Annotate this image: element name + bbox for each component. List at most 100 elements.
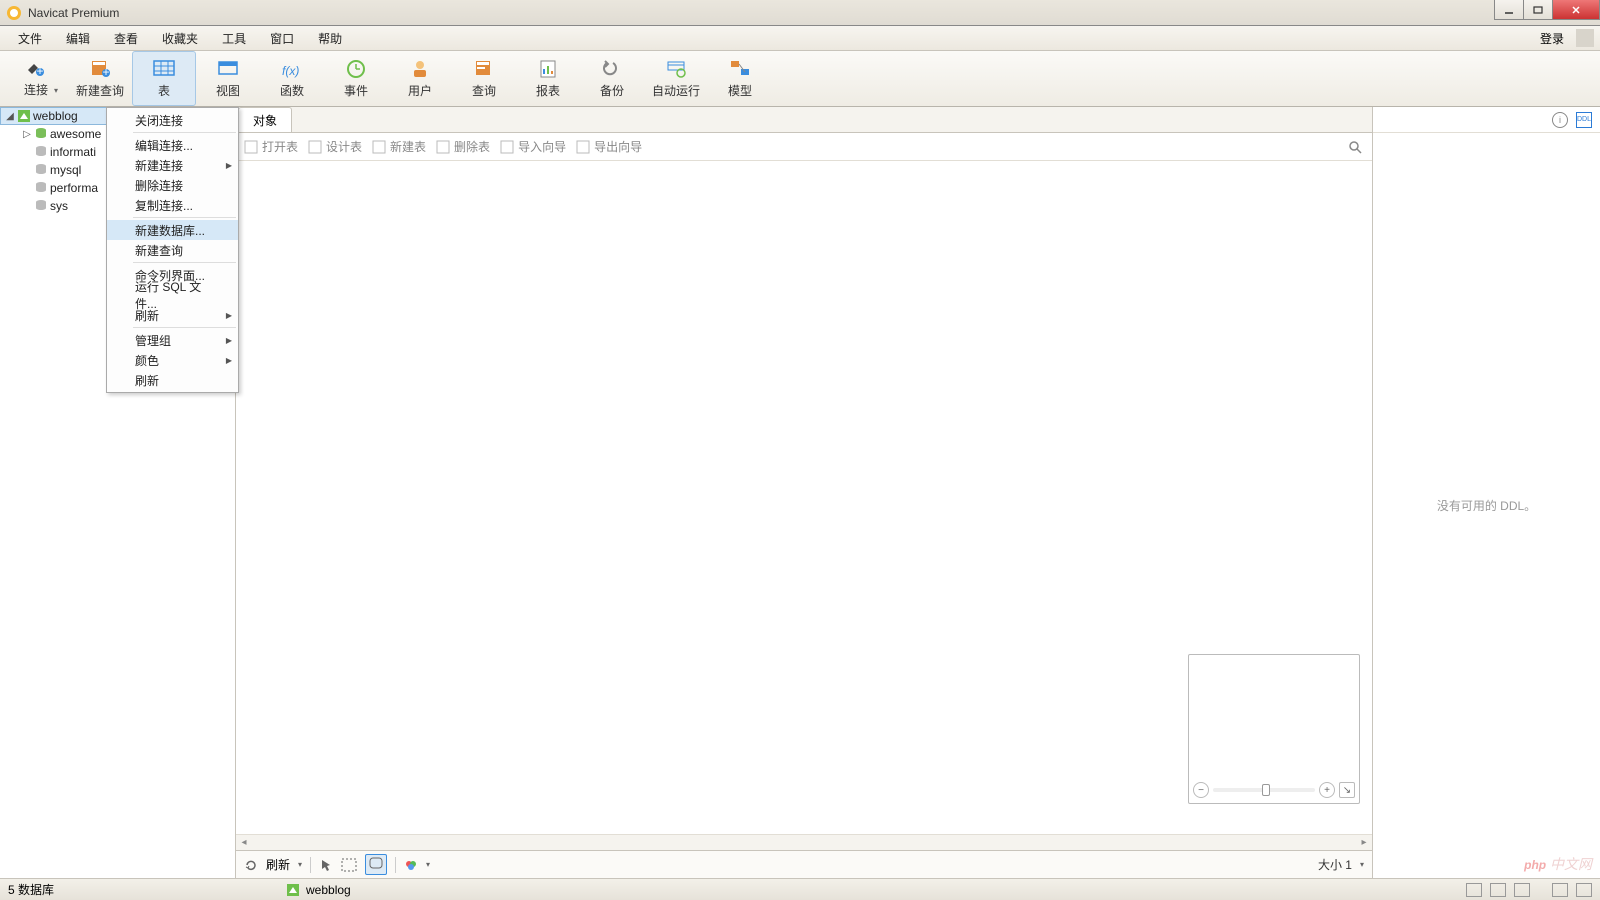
close-button[interactable] xyxy=(1552,0,1600,20)
zoom-fit-button[interactable]: ↘ xyxy=(1339,782,1355,798)
toolbar-table-label: 表 xyxy=(158,82,170,99)
clock-icon xyxy=(342,58,370,80)
pane-toggle-left-icon[interactable] xyxy=(1552,883,1568,897)
menu-tools[interactable]: 工具 xyxy=(210,27,258,50)
toolbar-new-query[interactable]: + 新建查询 xyxy=(68,51,132,106)
scroll-left-icon[interactable]: ◂ xyxy=(236,837,252,848)
info-icon[interactable]: i xyxy=(1552,112,1568,128)
database-icon xyxy=(34,145,48,159)
cm-new-connection[interactable]: 新建连接 xyxy=(107,155,238,175)
export-wizard-button[interactable]: 导出向导 xyxy=(576,138,642,155)
search-icon[interactable] xyxy=(1348,140,1362,154)
ddl-icon[interactable]: DDL xyxy=(1576,112,1592,128)
new-query-icon: + xyxy=(86,58,114,80)
select-rect-icon[interactable] xyxy=(341,858,357,872)
toolbar-event[interactable]: 事件 xyxy=(324,51,388,106)
new-table-icon xyxy=(372,140,386,154)
report-icon xyxy=(534,58,562,80)
cm-separator xyxy=(133,217,236,218)
color-filter-icon[interactable] xyxy=(404,858,418,872)
status-connection-icon xyxy=(286,883,300,897)
table-icon xyxy=(150,58,178,80)
cm-refresh[interactable]: 刷新 xyxy=(107,305,238,325)
open-table-button[interactable]: 打开表 xyxy=(244,138,298,155)
toolbar-query[interactable]: 查询 xyxy=(452,51,516,106)
window-controls xyxy=(1495,0,1600,20)
toolbar-connection[interactable]: + 连接 xyxy=(4,51,68,106)
pane-toggle-right-icon[interactable] xyxy=(1576,883,1592,897)
cm-manage-group[interactable]: 管理组 xyxy=(107,330,238,350)
toolbar-model[interactable]: 模型 xyxy=(708,51,772,106)
backup-icon xyxy=(598,58,626,80)
horizontal-scrollbar[interactable]: ◂ ▸ xyxy=(236,834,1372,850)
pointer-icon[interactable] xyxy=(319,858,333,872)
zoom-slider[interactable] xyxy=(1213,788,1315,792)
tree-db-label: awesome xyxy=(50,127,101,141)
toolbar-function[interactable]: f(x) 函数 xyxy=(260,51,324,106)
bottom-toolbar: 刷新▾ ▾ 大小 1▾ xyxy=(236,850,1372,878)
cm-separator xyxy=(133,327,236,328)
hand-tool-button[interactable] xyxy=(365,854,387,875)
tab-objects[interactable]: 对象 xyxy=(238,107,292,132)
refresh-icon[interactable] xyxy=(244,858,258,872)
menu-view[interactable]: 查看 xyxy=(102,27,150,50)
scroll-right-icon[interactable]: ▸ xyxy=(1356,837,1372,848)
menu-window[interactable]: 窗口 xyxy=(258,27,306,50)
toolbar-view[interactable]: 视图 xyxy=(196,51,260,106)
zoom-in-button[interactable]: + xyxy=(1319,782,1335,798)
toolbar-report[interactable]: 报表 xyxy=(516,51,580,106)
connection-tree: ◢ webblog ▷ awesome informati mysql xyxy=(0,107,236,878)
menu-edit[interactable]: 编辑 xyxy=(54,27,102,50)
tree-db-label: performa xyxy=(50,181,98,195)
view-grid-icon[interactable] xyxy=(1466,883,1482,897)
tree-db-label: informati xyxy=(50,145,96,159)
schedule-icon xyxy=(662,58,690,80)
cm-refresh-2[interactable]: 刷新 xyxy=(107,370,238,390)
cm-separator xyxy=(133,262,236,263)
status-db-count: 5 数据库 xyxy=(8,881,54,898)
export-icon xyxy=(576,140,590,154)
size-label[interactable]: 大小 1 xyxy=(1318,856,1352,873)
toolbar-backup[interactable]: 备份 xyxy=(580,51,644,106)
zoom-out-button[interactable]: − xyxy=(1193,782,1209,798)
title-bar: Navicat Premium xyxy=(0,0,1600,26)
right-panel-body: 没有可用的 DDL。 xyxy=(1373,133,1600,878)
tree-db-label: sys xyxy=(50,199,68,213)
new-table-button[interactable]: 新建表 xyxy=(372,138,426,155)
menu-favorites[interactable]: 收藏夹 xyxy=(150,27,210,50)
expand-icon[interactable]: ▷ xyxy=(22,129,32,140)
toolbar-user[interactable]: 用户 xyxy=(388,51,452,106)
delete-table-button[interactable]: 删除表 xyxy=(436,138,490,155)
object-tab-bar: 对象 xyxy=(236,107,1372,133)
main-toolbar: + 连接 + 新建查询 表 视图 f(x) 函数 事件 用户 查询 报表 备份 … xyxy=(0,51,1600,107)
cm-edit-connection[interactable]: 编辑连接... xyxy=(107,135,238,155)
cm-run-sql-file[interactable]: 运行 SQL 文件... xyxy=(107,285,238,305)
toolbar-table[interactable]: 表 xyxy=(132,51,196,106)
cm-close-connection[interactable]: 关闭连接 xyxy=(107,110,238,130)
minimize-button[interactable] xyxy=(1494,0,1524,20)
menu-file[interactable]: 文件 xyxy=(6,27,54,50)
avatar-icon[interactable] xyxy=(1576,29,1594,47)
import-wizard-button[interactable]: 导入向导 xyxy=(500,138,566,155)
design-table-button[interactable]: 设计表 xyxy=(308,138,362,155)
status-connection-name: webblog xyxy=(306,883,351,897)
login-link[interactable]: 登录 xyxy=(1532,27,1572,50)
toolbar-report-label: 报表 xyxy=(536,82,560,99)
menu-help[interactable]: 帮助 xyxy=(306,27,354,50)
cm-new-query[interactable]: 新建查询 xyxy=(107,240,238,260)
maximize-button[interactable] xyxy=(1523,0,1553,20)
toolbar-autorun[interactable]: 自动运行 xyxy=(644,51,708,106)
cm-duplicate-connection[interactable]: 复制连接... xyxy=(107,195,238,215)
main-area: 对象 打开表 设计表 新建表 删除表 导入向导 导出向导 − + ↘ ◂ xyxy=(236,107,1372,878)
view-list-icon[interactable] xyxy=(1490,883,1506,897)
view-detail-icon[interactable] xyxy=(1514,883,1530,897)
cm-color[interactable]: 颜色 xyxy=(107,350,238,370)
refresh-label[interactable]: 刷新 xyxy=(266,856,290,873)
zoom-slider-thumb[interactable] xyxy=(1262,784,1270,796)
cm-delete-connection[interactable]: 删除连接 xyxy=(107,175,238,195)
model-icon xyxy=(726,58,754,80)
cm-new-database[interactable]: 新建数据库... xyxy=(107,220,238,240)
collapse-icon[interactable]: ◢ xyxy=(5,111,15,122)
toolbar-connection-label: 连接 xyxy=(24,81,48,98)
svg-text:+: + xyxy=(36,64,43,78)
